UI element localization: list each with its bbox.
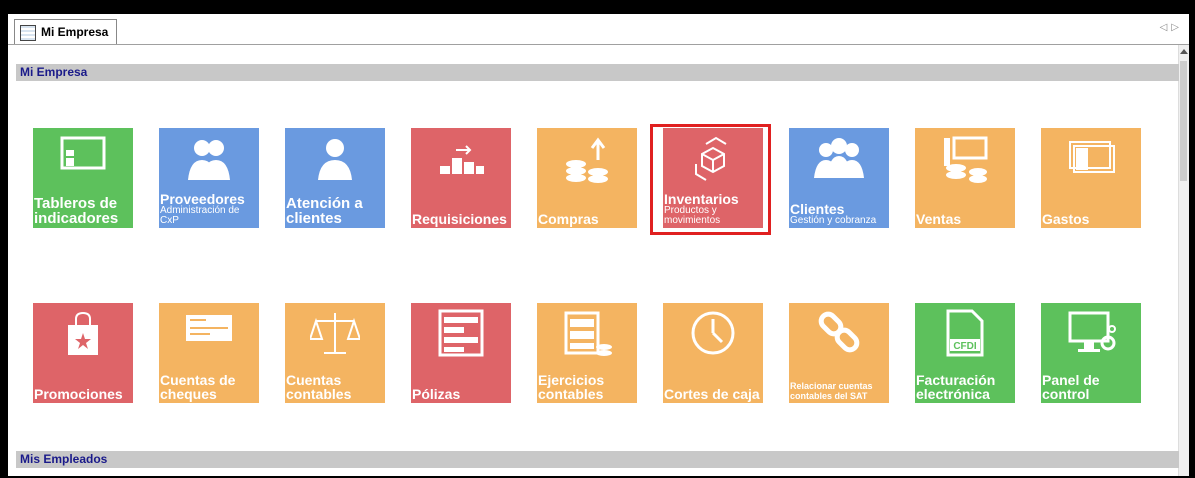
tile-title: Gastos [1042, 211, 1090, 227]
tile-title: Panel de control [1042, 372, 1100, 402]
tile-gastos[interactable]: Gastos [1041, 128, 1141, 228]
tile-clientes[interactable]: Clientes Gestión y cobranza [789, 128, 889, 228]
clients-icon [814, 138, 864, 178]
balance-scale-icon [310, 313, 360, 354]
document-icon [20, 25, 36, 41]
purchases-icon [566, 137, 608, 183]
tile-tableros[interactable]: Tableros de indicadores [33, 128, 133, 228]
tile-proveedores[interactable]: Proveedores Administración de CxP [159, 128, 259, 228]
tile-title: Cuentas contables [286, 372, 352, 402]
dashboard-icon [60, 136, 106, 170]
vertical-scrollbar[interactable] [1178, 45, 1189, 476]
tile-title: Relacionar cuentas contables del SAT [790, 381, 873, 401]
tile-ejercicios-contables[interactable]: Ejercicios contables [537, 303, 637, 403]
customer-service-icon [318, 139, 352, 180]
cfdi-icon-label: CFDI [953, 341, 977, 352]
cabinet-icon [564, 311, 612, 356]
tile-compras[interactable]: Compras [537, 128, 637, 228]
tab-bar: Mi Empresa ◁▷ [8, 14, 1189, 45]
tile-title: Ejercicios contables [538, 372, 605, 402]
tile-title: Pólizas [412, 386, 461, 402]
tile-cuentas-contables[interactable]: Cuentas contables [285, 303, 385, 403]
tile-atencion-clientes[interactable]: Atención a clientes [285, 128, 385, 228]
app-window: Mi Empresa ◁▷ Mi Empresa Tableros de ind… [8, 14, 1189, 476]
tile-title: Cuentas de cheques [160, 372, 236, 402]
tile-title: Compras [538, 211, 599, 227]
cheque-icon [186, 315, 232, 341]
tile-cuentas-cheques[interactable]: Cuentas de cheques [159, 303, 259, 403]
tile-polizas[interactable]: Pólizas [411, 303, 511, 403]
cfdi-icon: CFDI [946, 309, 984, 357]
tile-promociones[interactable]: Promociones [33, 303, 133, 403]
tile-ventas[interactable]: Ventas [915, 128, 1015, 228]
tile-facturacion-electronica[interactable]: CFDI Facturación electrónica [915, 303, 1015, 403]
tile-title: Facturación electrónica [916, 372, 996, 402]
tile-title: Cortes de caja [664, 386, 760, 402]
selection-highlight [650, 124, 771, 235]
tile-title: Proveedores Administración de CxP [160, 192, 258, 226]
tile-title: Tableros de indicadores [34, 195, 119, 227]
tile-title: Atención a clientes [286, 195, 363, 227]
link-icon [818, 311, 860, 353]
clock-icon [691, 311, 735, 355]
expenses-icon [1069, 141, 1115, 173]
scroll-up-icon[interactable] [1180, 49, 1188, 54]
scroll-thumb[interactable] [1180, 61, 1187, 181]
requisitions-icon [440, 145, 484, 174]
policy-icon [438, 309, 484, 357]
shopping-bag-icon [68, 311, 98, 355]
sales-icon [944, 136, 988, 183]
section-header-mi-empresa: Mi Empresa [16, 64, 1179, 81]
tile-title: Requisiciones [412, 211, 507, 227]
tile-title: Promociones [34, 386, 123, 402]
tab-label: Mi Empresa [41, 25, 109, 39]
tab-scroll-arrows[interactable]: ◁▷ [1160, 22, 1183, 33]
tile-title: Clientes Gestión y cobranza [790, 202, 888, 226]
tile-relacionar-cuentas-sat[interactable]: Relacionar cuentas contables del SAT [789, 303, 889, 403]
tile-subtitle: Administración de CxP [160, 205, 240, 226]
section-header-mis-empleados: Mis Empleados [16, 451, 1179, 468]
suppliers-icon [188, 140, 230, 180]
tile-cortes-caja[interactable]: Cortes de caja [663, 303, 763, 403]
tile-title: Ventas [916, 211, 962, 227]
control-panel-icon [1068, 311, 1116, 352]
tile-subtitle: Gestión y cobranza [790, 215, 877, 226]
tile-requisiciones[interactable]: Requisiciones [411, 128, 511, 228]
tile-panel-control[interactable]: Panel de control [1041, 303, 1141, 403]
tab-mi-empresa[interactable]: Mi Empresa [14, 19, 118, 44]
